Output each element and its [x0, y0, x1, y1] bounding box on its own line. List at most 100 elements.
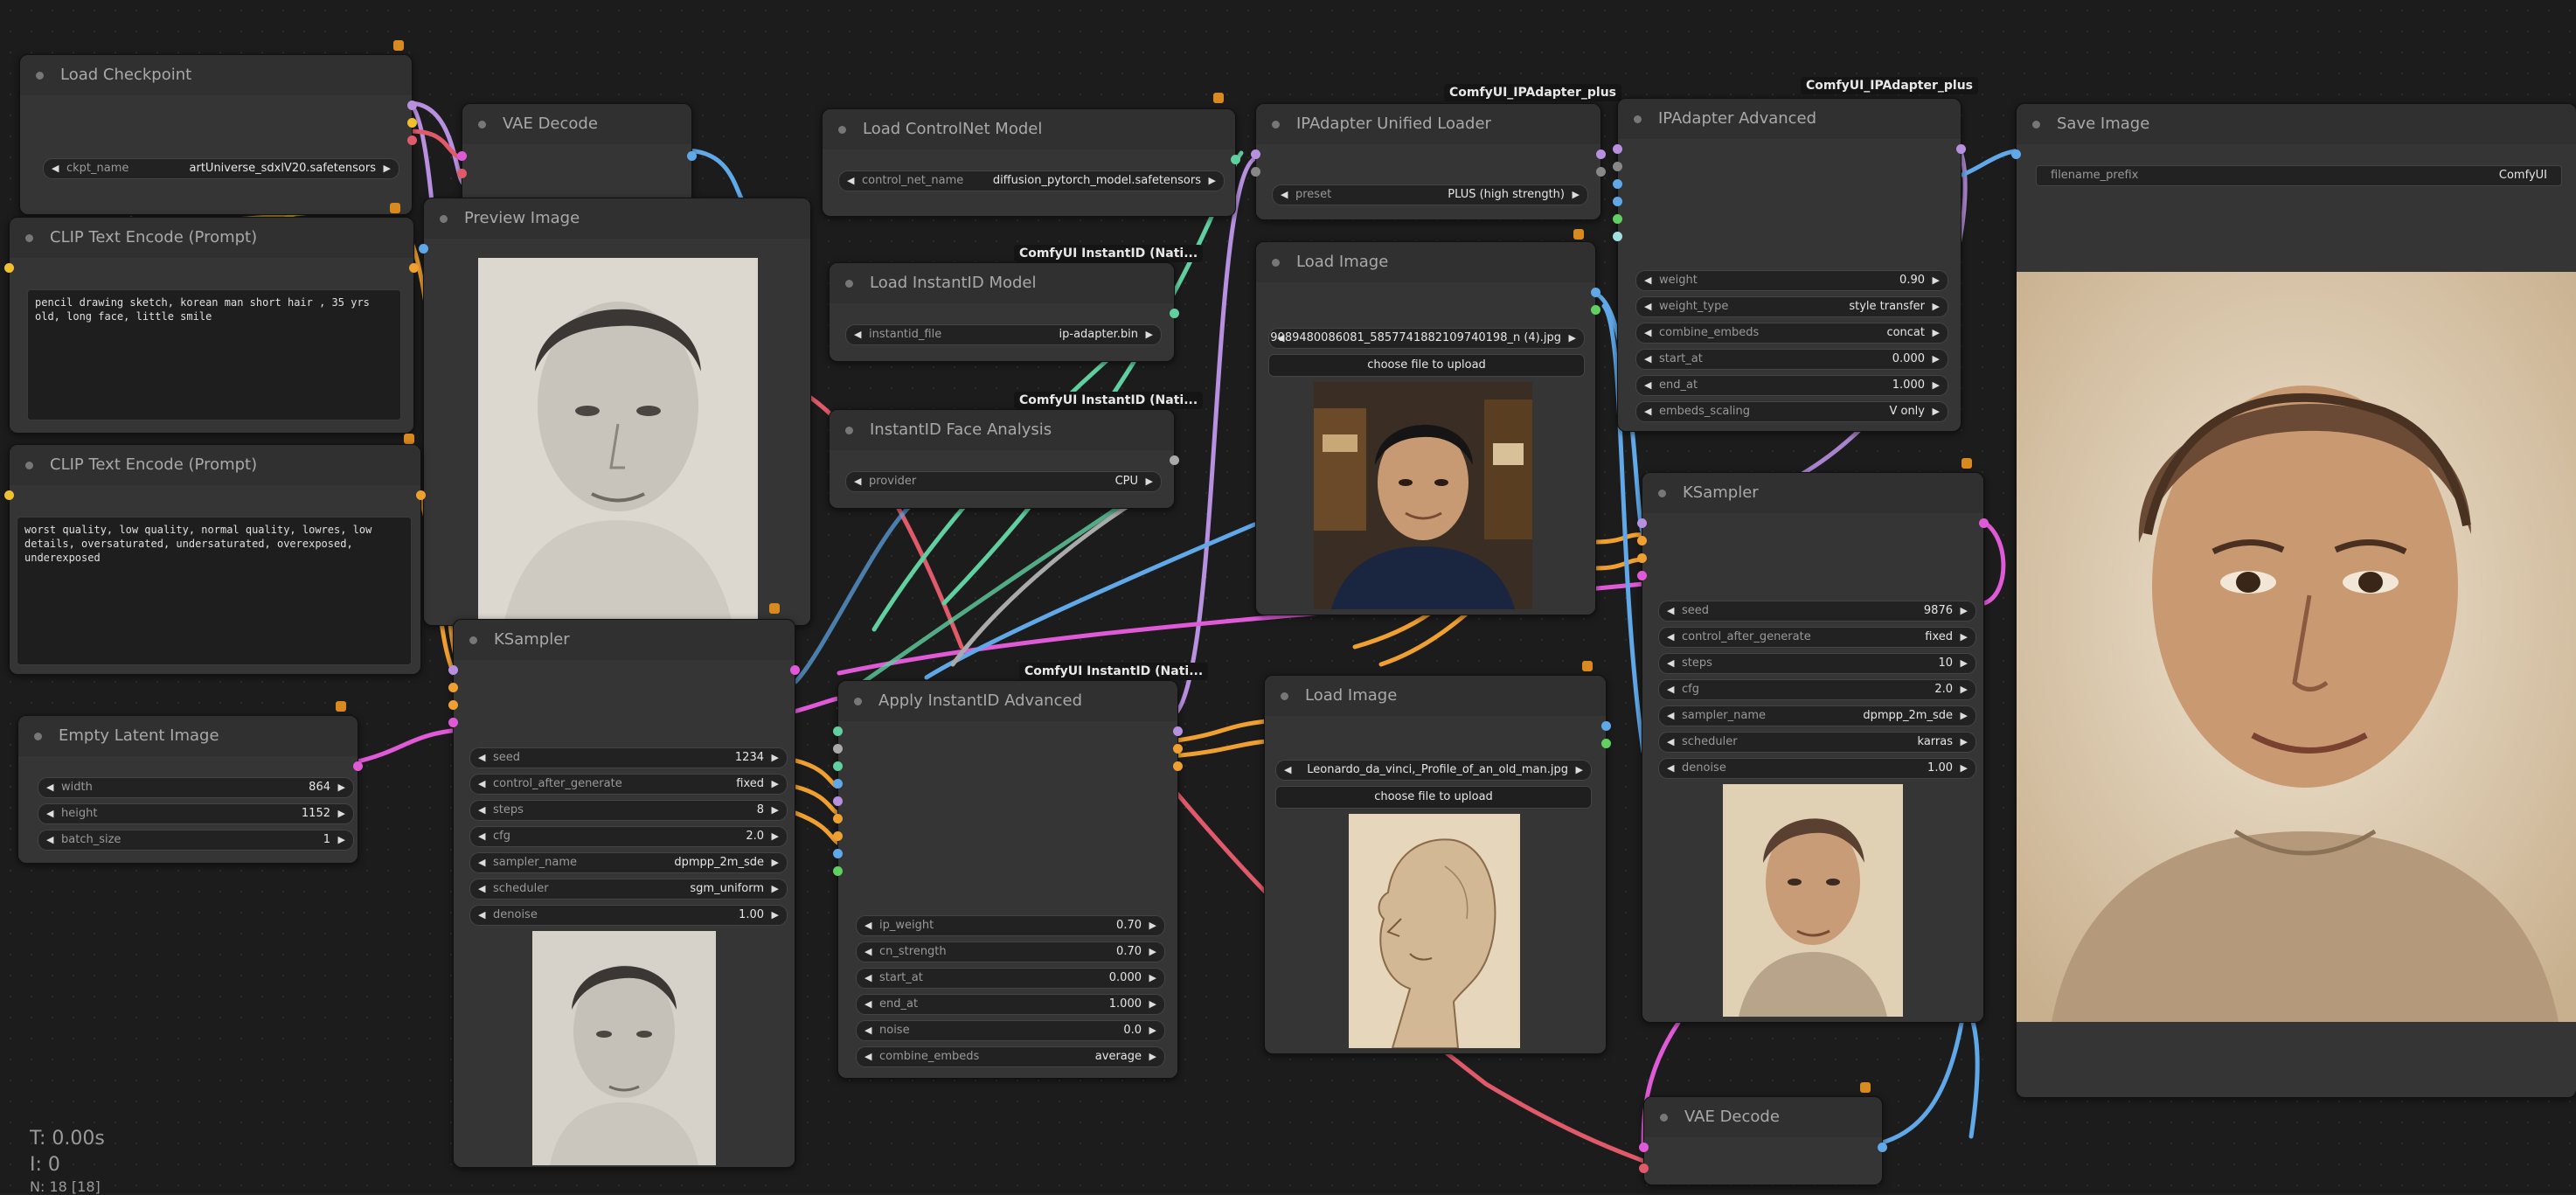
input-model-slot[interactable] — [1613, 144, 1622, 154]
node-clip-text-encode-positive[interactable]: CLIP Text Encode (Prompt) pencil drawing… — [4, 217, 419, 434]
input-ipadapter-slot[interactable] — [1251, 167, 1260, 177]
node-title[interactable]: CLIP Text Encode (Prompt) — [10, 445, 420, 485]
choose-file-button[interactable]: choose file to upload — [1268, 354, 1585, 377]
node-ksampler-left[interactable]: KSampler ◀ seed 1234 ▶ ◀ control_after_gener… — [448, 619, 800, 1168]
right-arrow-icon[interactable]: ▶ — [1149, 1021, 1156, 1040]
right-arrow-icon[interactable]: ▶ — [772, 906, 779, 925]
node-title[interactable]: IPAdapter Advanced — [1618, 99, 1961, 139]
node-vae-decode-bottom[interactable]: VAE Decode — [1639, 1096, 1887, 1185]
output-negative-slot[interactable] — [1173, 761, 1183, 771]
end-at-widget[interactable]: ◀ end_at 1.000 ▶ — [856, 994, 1165, 1015]
right-arrow-icon[interactable]: ▶ — [338, 778, 345, 797]
node-load-checkpoint[interactable]: Load Checkpoint ◀ ckpt_name artUniverse_sd… — [19, 54, 417, 215]
node-ipadapter-advanced[interactable]: IPAdapter Advanced ◀ weight 0.90 ▶ ◀ weight_… — [1613, 98, 1966, 432]
collapse-dot[interactable] — [854, 698, 862, 705]
ip-weight-widget[interactable]: ◀ ip_weight 0.70 ▶ — [856, 915, 1165, 936]
instantid-file-combo[interactable]: ◀ instantid_file ip-adapter.bin ▶ — [845, 324, 1162, 345]
input-model-slot[interactable] — [1637, 518, 1647, 528]
steps-widget[interactable]: ◀ steps 10 ▶ — [1658, 653, 1976, 674]
combine-embeds-widget[interactable]: ◀ combine_embeds average ▶ — [856, 1046, 1165, 1067]
right-arrow-icon[interactable]: ▶ — [1146, 472, 1153, 491]
output-model-slot[interactable] — [1956, 144, 1966, 154]
node-load-controlnet-model[interactable]: Load ControlNet Model ◀ control_net_name d… — [822, 108, 1240, 217]
collapse-dot[interactable] — [36, 72, 44, 80]
input-model-slot[interactable] — [448, 665, 458, 675]
output-image-slot[interactable] — [1601, 721, 1611, 731]
output-image-slot[interactable] — [687, 151, 697, 161]
control-net-name-combo[interactable]: ◀ control_net_name diffusion_pytorch_model… — [838, 170, 1225, 191]
steps-widget[interactable]: ◀ steps 8 ▶ — [469, 800, 788, 821]
left-arrow-icon[interactable]: ◀ — [864, 969, 871, 988]
collapse-dot[interactable] — [469, 636, 477, 644]
seed-widget[interactable]: ◀ seed 1234 ▶ — [469, 747, 788, 768]
right-arrow-icon[interactable]: ▶ — [1149, 942, 1156, 962]
left-arrow-icon[interactable]: ◀ — [854, 472, 861, 491]
left-arrow-icon[interactable]: ◀ — [1644, 402, 1651, 421]
left-arrow-icon[interactable]: ◀ — [478, 827, 485, 846]
output-latent-slot[interactable] — [353, 761, 363, 771]
input-clip-slot[interactable] — [4, 263, 14, 273]
image-combo[interactable]: ◀ Leonardo_da_vinci,_Profile_of_an_old_ma… — [1275, 760, 1592, 781]
left-arrow-icon[interactable]: ◀ — [864, 1047, 871, 1066]
output-model-slot[interactable] — [1596, 149, 1606, 159]
cfg-widget[interactable]: ◀ cfg 2.0 ▶ — [469, 826, 788, 847]
input-vae-slot[interactable] — [1639, 1164, 1649, 1173]
node-title[interactable]: Load Image — [1256, 242, 1595, 282]
left-arrow-icon[interactable]: ◀ — [1667, 759, 1674, 778]
right-arrow-icon[interactable]: ▶ — [1961, 759, 1968, 778]
collapse-dot[interactable] — [1660, 1114, 1668, 1122]
node-title[interactable]: Load Image — [1265, 676, 1606, 716]
left-arrow-icon[interactable]: ◀ — [478, 853, 485, 872]
input-model-slot[interactable] — [1251, 149, 1260, 159]
scheduler-widget[interactable]: ◀ scheduler karras ▶ — [1658, 732, 1976, 753]
denoise-widget[interactable]: ◀ denoise 1.00 ▶ — [469, 905, 788, 926]
input-images-slot[interactable] — [419, 244, 428, 254]
left-arrow-icon[interactable]: ◀ — [52, 159, 59, 178]
weight-type-widget[interactable]: ◀ weight_type style transfer ▶ — [1635, 296, 1948, 317]
left-arrow-icon[interactable]: ◀ — [847, 171, 854, 191]
input-negative-slot[interactable] — [833, 831, 843, 841]
node-title[interactable]: Apply InstantID Advanced — [838, 681, 1177, 721]
right-arrow-icon[interactable]: ▶ — [1149, 916, 1156, 935]
node-title[interactable]: CLIP Text Encode (Prompt) — [10, 218, 413, 258]
right-arrow-icon[interactable]: ▶ — [772, 801, 779, 820]
combine-embeds-widget[interactable]: ◀ combine_embeds concat ▶ — [1635, 323, 1948, 344]
right-arrow-icon[interactable]: ▶ — [1933, 297, 1940, 316]
right-arrow-icon[interactable]: ▶ — [1933, 323, 1940, 343]
collapse-dot[interactable] — [25, 234, 33, 242]
left-arrow-icon[interactable]: ◀ — [1284, 761, 1291, 780]
left-arrow-icon[interactable]: ◀ — [46, 778, 53, 797]
cfg-widget[interactable]: ◀ cfg 2.0 ▶ — [1658, 679, 1976, 700]
image-combo[interactable]: ◀244753274_10159089480086081_58577418821… — [1268, 328, 1585, 349]
output-model-slot[interactable] — [1173, 726, 1183, 736]
output-faceanalysis-slot[interactable] — [1170, 455, 1179, 465]
right-arrow-icon[interactable]: ▶ — [772, 748, 779, 768]
left-arrow-icon[interactable]: ◀ — [1644, 323, 1651, 343]
output-ipadapter-slot[interactable] — [1596, 167, 1606, 177]
right-arrow-icon[interactable]: ▶ — [1933, 271, 1940, 290]
output-vae-slot[interactable] — [407, 135, 417, 145]
node-title[interactable]: IPAdapter Unified Loader — [1256, 104, 1600, 144]
left-arrow-icon[interactable]: ◀ — [1667, 601, 1674, 621]
control-after-generate-widget[interactable]: ◀ control_after_generate fixed ▶ — [1658, 627, 1976, 648]
input-negative-slot[interactable] — [1637, 553, 1647, 563]
collapse-dot[interactable] — [1634, 115, 1642, 123]
collapse-dot[interactable] — [1272, 121, 1280, 129]
input-model-slot[interactable] — [833, 796, 843, 806]
control-after-generate-widget[interactable]: ◀ control_after_generate fixed ▶ — [469, 774, 788, 795]
left-arrow-icon[interactable]: ◀ — [1667, 654, 1674, 673]
left-arrow-icon[interactable]: ◀ — [1644, 271, 1651, 290]
input-positive-slot[interactable] — [1637, 536, 1647, 545]
right-arrow-icon[interactable]: ▶ — [1209, 171, 1216, 191]
output-model-slot[interactable] — [407, 101, 417, 110]
node-title[interactable]: Load InstantID Model — [830, 263, 1174, 303]
left-arrow-icon[interactable]: ◀ — [1667, 733, 1674, 752]
node-title[interactable]: VAE Decode — [462, 104, 691, 144]
right-arrow-icon[interactable]: ▶ — [1961, 680, 1968, 699]
height-widget[interactable]: ◀ height 1152 ▶ — [38, 803, 354, 824]
preset-combo[interactable]: ◀ preset PLUS (high strength) ▶ — [1272, 184, 1588, 205]
input-ipadapter-slot[interactable] — [1613, 162, 1622, 171]
node-title[interactable]: Load ControlNet Model — [823, 109, 1235, 149]
left-arrow-icon[interactable]: ◀ — [1644, 297, 1651, 316]
weight-widget[interactable]: ◀ weight 0.90 ▶ — [1635, 270, 1948, 291]
